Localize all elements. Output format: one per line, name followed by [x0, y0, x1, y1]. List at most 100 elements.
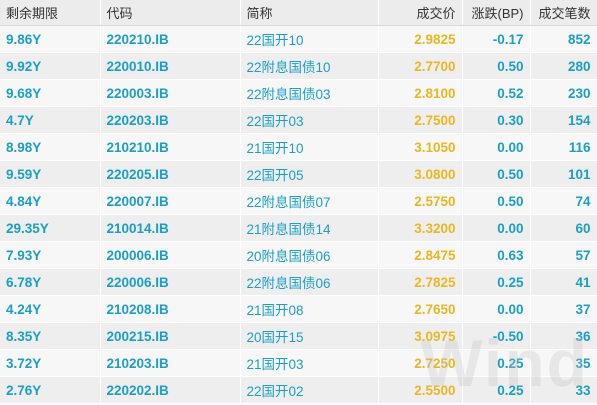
cell-count: 101	[530, 160, 597, 188]
cell-name: 22附息国债06	[240, 268, 379, 296]
cell-count: 154	[530, 106, 597, 134]
cell-count: 37	[530, 295, 597, 323]
column-header-change[interactable]: 涨跌(BP)	[462, 0, 531, 26]
cell-change: 0.00	[462, 133, 531, 161]
column-header-count[interactable]: 成交笔数	[530, 0, 597, 26]
cell-price: 3.0975	[378, 322, 463, 350]
cell-price: 2.9825	[378, 25, 463, 53]
cell-code: 220010.IB	[100, 52, 241, 80]
table-row[interactable]: 2.76Y 220202.IB 22国开02 2.5500 0.25 33	[0, 376, 597, 404]
cell-code: 220210.IB	[100, 25, 241, 53]
table-body: 9.86Y 220210.IB 22国开10 2.9825 -0.17 852 9.92Y 2…	[0, 25, 597, 404]
cell-count: 74	[530, 187, 597, 215]
cell-term: 4.7Y	[0, 106, 101, 134]
cell-term: 9.92Y	[0, 52, 101, 80]
cell-price: 2.5750	[378, 187, 463, 215]
cell-change: -0.50	[462, 322, 531, 350]
cell-change: 0.63	[462, 241, 531, 269]
cell-price: 2.7250	[378, 349, 463, 377]
cell-price: 2.8475	[378, 241, 463, 269]
cell-term: 9.59Y	[0, 160, 101, 188]
cell-price: 2.7650	[378, 295, 463, 323]
cell-count: 36	[530, 322, 597, 350]
cell-code: 210014.IB	[100, 214, 241, 242]
cell-count: 33	[530, 376, 597, 404]
cell-term: 4.24Y	[0, 295, 101, 323]
cell-term: 2.76Y	[0, 376, 101, 404]
cell-name: 22国开05	[240, 160, 379, 188]
table-row[interactable]: 9.92Y 220010.IB 22附息国债10 2.7700 0.50 280	[0, 52, 597, 80]
cell-code: 210210.IB	[100, 133, 241, 161]
column-header-name[interactable]: 简称	[240, 0, 379, 26]
cell-count: 852	[530, 25, 597, 53]
cell-change: 0.52	[462, 79, 531, 107]
cell-price: 3.3200	[378, 214, 463, 242]
cell-price: 2.7700	[378, 52, 463, 80]
table-row[interactable]: 9.59Y 220205.IB 22国开05 3.0800 0.50 101	[0, 160, 597, 188]
cell-change: 0.25	[462, 376, 531, 404]
cell-name: 21国开08	[240, 295, 379, 323]
cell-code: 210203.IB	[100, 349, 241, 377]
cell-price: 2.5500	[378, 376, 463, 404]
cell-change: 0.25	[462, 349, 531, 377]
cell-name: 22国开02	[240, 376, 379, 404]
cell-change: 0.30	[462, 106, 531, 134]
cell-term: 8.35Y	[0, 322, 101, 350]
table-row[interactable]: 4.84Y 220007.IB 22附息国债07 2.5750 0.50 74	[0, 187, 597, 215]
table-row[interactable]: 3.72Y 210203.IB 21国开03 2.7250 0.25 35	[0, 349, 597, 377]
table-row[interactable]: 7.93Y 200006.IB 20附息国债06 2.8475 0.63 57	[0, 241, 597, 269]
cell-term: 9.68Y	[0, 79, 101, 107]
cell-term: 4.84Y	[0, 187, 101, 215]
table-row[interactable]: 4.7Y 220203.IB 22国开03 2.7500 0.30 154	[0, 106, 597, 134]
table-row[interactable]: 6.78Y 220006.IB 22附息国债06 2.7825 0.25 41	[0, 268, 597, 296]
cell-code: 210208.IB	[100, 295, 241, 323]
bond-trades-table: 剩余期限 代码 简称 成交价 涨跌(BP) 成交笔数 9.86Y 220210.I…	[0, 0, 597, 404]
cell-count: 230	[530, 79, 597, 107]
cell-count: 60	[530, 214, 597, 242]
cell-count: 41	[530, 268, 597, 296]
cell-term: 8.98Y	[0, 133, 101, 161]
cell-price: 2.8100	[378, 79, 463, 107]
cell-code: 220007.IB	[100, 187, 241, 215]
cell-price: 3.1050	[378, 133, 463, 161]
cell-code: 220203.IB	[100, 106, 241, 134]
cell-change: 0.50	[462, 160, 531, 188]
cell-code: 200215.IB	[100, 322, 241, 350]
column-header-price[interactable]: 成交价	[378, 0, 463, 26]
cell-term: 9.86Y	[0, 25, 101, 53]
cell-name: 22国开03	[240, 106, 379, 134]
cell-price: 2.7500	[378, 106, 463, 134]
column-header-term[interactable]: 剩余期限	[0, 0, 101, 26]
cell-term: 3.72Y	[0, 349, 101, 377]
cell-change: 0.50	[462, 52, 531, 80]
cell-term: 6.78Y	[0, 268, 101, 296]
cell-price: 2.7825	[378, 268, 463, 296]
cell-name: 20国开15	[240, 322, 379, 350]
table-row[interactable]: 4.24Y 210208.IB 21国开08 2.7650 0.00 37	[0, 295, 597, 323]
cell-name: 20附息国债06	[240, 241, 379, 269]
cell-term: 7.93Y	[0, 241, 101, 269]
cell-change: 0.00	[462, 295, 531, 323]
column-header-code[interactable]: 代码	[100, 0, 241, 26]
cell-price: 3.0800	[378, 160, 463, 188]
table-row[interactable]: 8.98Y 210210.IB 21国开10 3.1050 0.00 116	[0, 133, 597, 161]
cell-code: 220003.IB	[100, 79, 241, 107]
cell-name: 21附息国债14	[240, 214, 379, 242]
cell-change: 0.50	[462, 187, 531, 215]
cell-name: 22附息国债07	[240, 187, 379, 215]
table-row[interactable]: 9.68Y 220003.IB 22附息国债03 2.8100 0.52 230	[0, 79, 597, 107]
table-row[interactable]: 9.86Y 220210.IB 22国开10 2.9825 -0.17 852	[0, 25, 597, 53]
table-header-row: 剩余期限 代码 简称 成交价 涨跌(BP) 成交笔数	[0, 0, 597, 26]
table-row[interactable]: 8.35Y 200215.IB 20国开15 3.0975 -0.50 36	[0, 322, 597, 350]
table-row[interactable]: 29.35Y 210014.IB 21附息国债14 3.3200 0.00 60	[0, 214, 597, 242]
cell-change: 0.25	[462, 268, 531, 296]
cell-count: 57	[530, 241, 597, 269]
cell-name: 22国开10	[240, 25, 379, 53]
cell-name: 22附息国债10	[240, 52, 379, 80]
cell-code: 220006.IB	[100, 268, 241, 296]
cell-count: 116	[530, 133, 597, 161]
cell-count: 35	[530, 349, 597, 377]
cell-term: 29.35Y	[0, 214, 101, 242]
cell-change: -0.17	[462, 25, 531, 53]
cell-name: 21国开10	[240, 133, 379, 161]
